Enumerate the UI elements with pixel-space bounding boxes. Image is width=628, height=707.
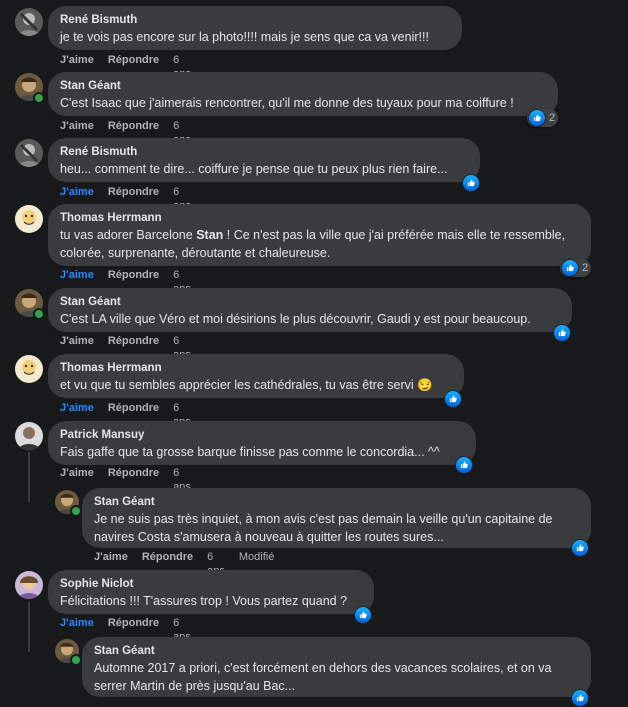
reaction-summary[interactable] bbox=[571, 539, 589, 557]
mention[interactable]: Stan bbox=[196, 228, 223, 242]
online-indicator bbox=[33, 308, 45, 320]
avatar[interactable] bbox=[15, 422, 43, 450]
online-indicator bbox=[33, 92, 45, 104]
like-reaction-icon bbox=[561, 259, 579, 277]
comment-text: tu vas adorer Barcelone Stan ! Ce n'est … bbox=[60, 226, 579, 262]
avatar[interactable] bbox=[15, 139, 43, 167]
comment-author[interactable]: Patrick Mansuy bbox=[60, 427, 464, 443]
avatar[interactable] bbox=[15, 571, 43, 599]
text-segment: tu vas adorer Barcelone bbox=[60, 228, 197, 242]
reply-thread-line bbox=[28, 452, 30, 502]
comment-author[interactable]: René Bismuth bbox=[60, 144, 468, 160]
reaction-summary[interactable] bbox=[444, 390, 462, 408]
comment-bubble: Stan Géant C'est LA ville que Véro et mo… bbox=[48, 288, 572, 332]
reaction-summary[interactable]: 2 bbox=[527, 109, 559, 127]
comment-bubble: Stan Géant Automne 2017 a priori, c'est … bbox=[82, 637, 591, 697]
comment-author[interactable]: Stan Géant bbox=[60, 294, 560, 310]
comment-bubble: Thomas Herrmann tu vas adorer Barcelone … bbox=[48, 204, 591, 266]
comment-bubble: René Bismuth heu... comment te dire... c… bbox=[48, 138, 480, 182]
comment-text: Fais gaffe que ta grosse barque finisse … bbox=[60, 445, 440, 459]
like-reaction-icon bbox=[571, 689, 589, 707]
online-indicator bbox=[70, 505, 82, 517]
like-reaction-icon bbox=[571, 539, 589, 557]
reaction-summary[interactable]: 2 bbox=[560, 259, 592, 277]
comment-author[interactable]: René Bismuth bbox=[60, 12, 450, 28]
comment-text: et vu que tu sembles apprécier les cathé… bbox=[60, 376, 452, 394]
smirk-emoji: 😏 bbox=[417, 378, 433, 392]
comment-text: Félicitations !!! T'assures trop ! Vous … bbox=[60, 594, 348, 608]
comment-text: C'est LA ville que Véro et moi désirions… bbox=[60, 312, 531, 326]
like-reaction-icon bbox=[553, 324, 571, 342]
like-reaction-icon bbox=[528, 109, 546, 127]
reaction-count: 2 bbox=[549, 112, 556, 124]
comment-text: Automne 2017 a priori, c'est forcément e… bbox=[94, 661, 552, 693]
like-reaction-icon bbox=[462, 174, 480, 192]
comment-bubble: Stan Géant Je ne suis pas très inquiet, … bbox=[82, 488, 591, 548]
comment-bubble: Patrick Mansuy Fais gaffe que ta grosse … bbox=[48, 421, 476, 465]
online-indicator bbox=[70, 654, 82, 666]
comment-author[interactable]: Sophie Niclot bbox=[60, 576, 362, 592]
reaction-count: 2 bbox=[582, 262, 589, 274]
avatar[interactable] bbox=[15, 205, 43, 233]
comment-text: C'est Isaac que j'aimerais rencontrer, q… bbox=[60, 96, 514, 110]
comment-author[interactable]: Thomas Herrmann bbox=[60, 360, 452, 376]
reaction-summary[interactable] bbox=[354, 606, 372, 624]
comment-text: heu... comment te dire... coiffure je pe… bbox=[60, 162, 448, 176]
comment-author[interactable]: Stan Géant bbox=[94, 494, 579, 510]
avatar[interactable] bbox=[15, 355, 43, 383]
like-reaction-icon bbox=[455, 456, 473, 474]
comment-bubble: René Bismuth je te vois pas encore sur l… bbox=[48, 6, 462, 50]
reaction-summary[interactable] bbox=[462, 174, 480, 192]
reaction-summary[interactable] bbox=[455, 456, 473, 474]
comment-text: Je ne suis pas très inquiet, à mon avis … bbox=[94, 512, 553, 544]
like-reaction-icon bbox=[354, 606, 372, 624]
comment-bubble: Thomas Herrmann et vu que tu sembles app… bbox=[48, 354, 464, 398]
reaction-summary[interactable] bbox=[571, 689, 589, 707]
comment-author[interactable]: Thomas Herrmann bbox=[60, 210, 579, 226]
comment-text: je te vois pas encore sur la photo!!!! m… bbox=[60, 30, 429, 44]
reply-thread-line bbox=[28, 602, 30, 652]
like-reaction-icon bbox=[444, 390, 462, 408]
comment-author[interactable]: Stan Géant bbox=[60, 78, 546, 94]
comment-author[interactable]: Stan Géant bbox=[94, 643, 579, 659]
avatar[interactable] bbox=[15, 8, 43, 36]
reaction-summary[interactable] bbox=[553, 324, 571, 342]
comment-bubble: Stan Géant C'est Isaac que j'aimerais re… bbox=[48, 72, 558, 116]
text-segment: et vu que tu sembles apprécier les cathé… bbox=[60, 378, 414, 392]
comment-bubble: Sophie Niclot Félicitations !!! T'assure… bbox=[48, 570, 374, 614]
